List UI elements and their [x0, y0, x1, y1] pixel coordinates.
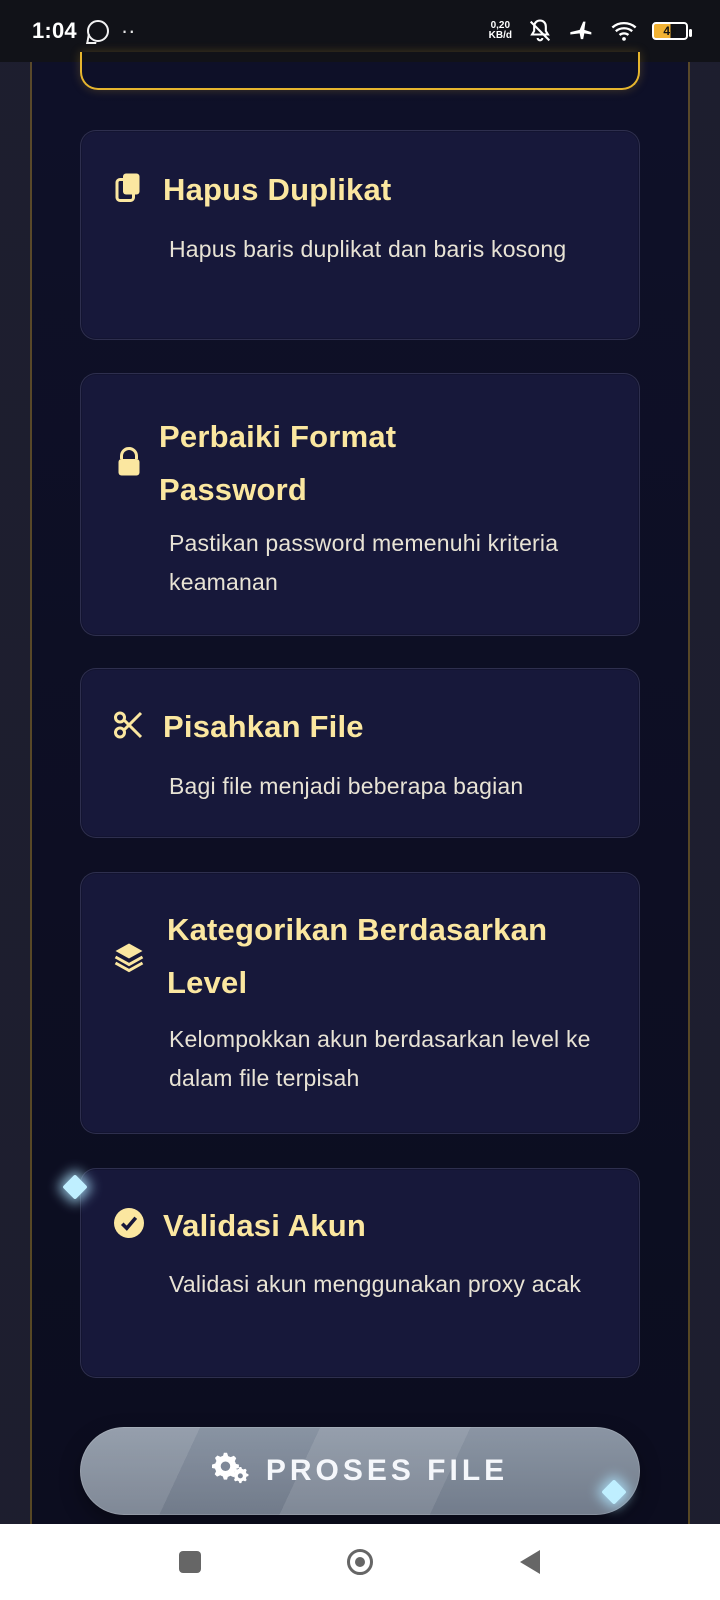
- card-title: Kategorikan Berdasarkan Level: [167, 912, 548, 1000]
- lock-icon: [111, 444, 147, 480]
- option-card-pisahkan-file[interactable]: Pisahkan File Bagi file menjadi beberapa…: [80, 668, 640, 838]
- option-card-validasi-akun[interactable]: Validasi Akun Validasi akun menggunakan …: [80, 1168, 640, 1378]
- home-circle-icon: [347, 1549, 373, 1575]
- option-card-hapus-duplikat[interactable]: Hapus Duplikat Hapus baris duplikat dan …: [80, 130, 640, 340]
- process-file-button[interactable]: PROSES FILE: [80, 1427, 640, 1515]
- network-speed-unit: KB/d: [488, 30, 512, 41]
- card-description: Bagi file menjadi beberapa bagian: [169, 773, 524, 799]
- status-time: 1:04: [32, 18, 77, 43]
- process-file-label: PROSES FILE: [265, 1454, 509, 1487]
- status-dots: ··: [120, 18, 136, 43]
- copy-icon: [111, 169, 147, 205]
- network-speed: 0,20 KB/d: [489, 21, 512, 41]
- system-navigation-bar: [0, 1524, 720, 1600]
- card-description: Pastikan password memenuhi kriteria keam…: [169, 530, 559, 595]
- back-button[interactable]: [510, 1542, 550, 1582]
- back-triangle-icon: [520, 1550, 540, 1574]
- option-card-perbaiki-format-password[interactable]: Perbaiki Format Password Pastikan passwo…: [80, 373, 640, 636]
- card-title: Perbaiki Format Password: [159, 419, 397, 507]
- card-description: Validasi akun menggunakan proxy acak: [169, 1271, 582, 1297]
- airplane-icon: [570, 21, 592, 40]
- whatsapp-icon: [86, 20, 109, 42]
- scissors-icon: [111, 707, 147, 743]
- card-title: Validasi Akun: [163, 1208, 367, 1243]
- option-card-kategorikan-level[interactable]: Kategorikan Berdasarkan Level Kelompokka…: [80, 872, 640, 1134]
- battery-icon: 49: [652, 22, 692, 40]
- card-title: Pisahkan File: [163, 709, 364, 744]
- recent-apps-button[interactable]: [170, 1542, 210, 1582]
- check-circle-icon: [111, 1205, 147, 1241]
- battery-level: 49: [663, 24, 677, 38]
- mute-bell-icon: [529, 19, 551, 42]
- status-left: 1:04 ··: [32, 18, 136, 44]
- gears-icon: [211, 1448, 250, 1494]
- square-icon: [179, 1551, 201, 1573]
- card-description: Kelompokkan akun berdasarkan level ke da…: [169, 1026, 591, 1091]
- card-description: Hapus baris duplikat dan baris kosong: [169, 236, 567, 262]
- card-title: Hapus Duplikat: [163, 172, 392, 207]
- home-button[interactable]: [340, 1542, 380, 1582]
- top-card-edge: [80, 52, 640, 90]
- layers-icon: [111, 939, 147, 975]
- status-right: 0,20 KB/d 49: [489, 17, 692, 45]
- wifi-icon: [611, 21, 637, 41]
